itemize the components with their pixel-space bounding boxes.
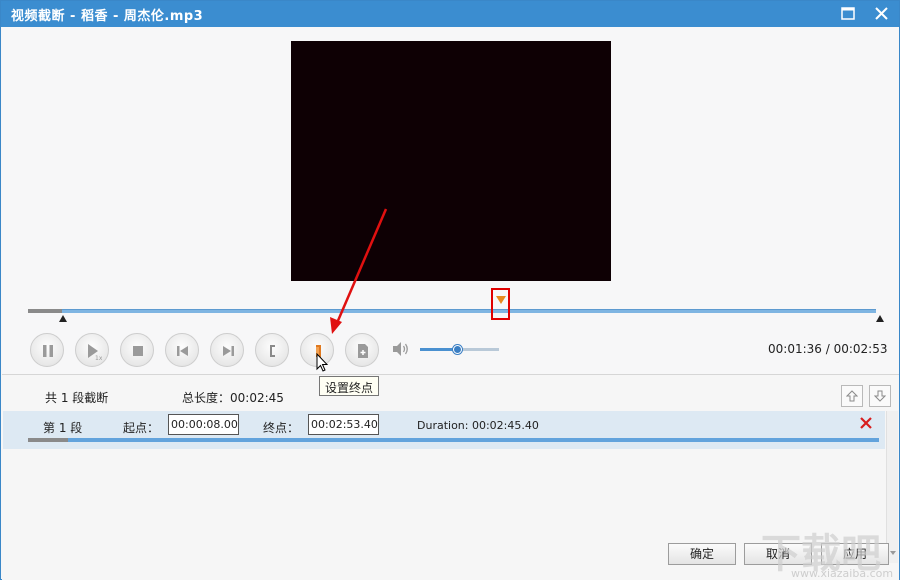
play-step-button[interactable]: 1x — [75, 333, 109, 367]
volume-slider[interactable] — [420, 345, 499, 354]
mouse-pointer-icon — [316, 353, 329, 372]
start-time-field[interactable]: 00:00:08.00 — [168, 414, 239, 435]
title-bar[interactable]: 视频截断 - 稻香 - 周杰伦.mp3 — [1, 1, 899, 27]
previous-button[interactable] — [165, 333, 199, 367]
pause-icon — [43, 345, 53, 357]
svg-text:1x: 1x — [95, 355, 102, 360]
ok-button[interactable]: 确定 — [668, 543, 736, 565]
player-area: 1x 00:01:36 / 00:02:53 — [2, 27, 899, 374]
maximize-button[interactable] — [837, 4, 859, 24]
play-icon: 1x — [88, 344, 102, 360]
tooltip: 设置终点 — [319, 376, 380, 396]
arrow-up-icon — [846, 390, 858, 402]
stop-button[interactable] — [120, 333, 154, 367]
total-length: 总长度：00:02:45 — [182, 391, 284, 405]
video-cut-window: 视频截断 - 稻香 - 周杰伦.mp3 1x 00:01:36 / 00:02:… — [0, 0, 900, 580]
watermark-url: www.xiazaiba.com — [791, 567, 894, 580]
segment-count: 共 1 段截断 — [45, 391, 109, 405]
add-segment-icon — [358, 344, 368, 358]
move-up-button[interactable] — [841, 385, 863, 407]
set-start-button[interactable] — [255, 333, 289, 367]
time-readout: 00:01:36 / 00:02:53 — [768, 342, 888, 356]
close-icon — [875, 7, 888, 20]
end-marker[interactable] — [876, 315, 884, 322]
set-start-icon — [270, 345, 275, 357]
delete-segment-icon[interactable] — [859, 416, 873, 430]
playhead-marker[interactable] — [496, 296, 506, 304]
watermark: 下载吧 www.xiazaiba.com — [761, 521, 900, 580]
next-button[interactable] — [210, 333, 244, 367]
start-point-label: 起点： — [123, 421, 160, 435]
segment-row[interactable]: 第 1 段 起点： 00:00:08.00 终点： 00:02:53.40 Du… — [3, 411, 885, 449]
skip-forward-icon — [223, 346, 234, 356]
skip-back-icon — [177, 346, 188, 356]
move-down-button[interactable] — [869, 385, 891, 407]
timeline-trimmed-start — [28, 309, 62, 313]
video-preview — [291, 41, 611, 281]
segment-duration: Duration: 00:02:45.40 — [417, 419, 539, 432]
window-title: 视频截断 - 稻香 - 周杰伦.mp3 — [11, 9, 204, 24]
maximize-icon — [841, 7, 855, 20]
add-segment-button[interactable] — [345, 333, 379, 367]
segment-range-bar — [28, 438, 879, 442]
end-point-label: 终点： — [263, 421, 300, 435]
pause-button[interactable] — [30, 333, 64, 367]
end-time-field[interactable]: 00:02:53.40 — [308, 414, 379, 435]
start-marker[interactable] — [59, 315, 67, 322]
close-button[interactable] — [871, 4, 893, 24]
playhead-highlight — [491, 288, 510, 320]
volume-knob[interactable] — [452, 345, 462, 354]
speaker-icon[interactable] — [391, 340, 411, 358]
timeline-track[interactable] — [28, 309, 876, 313]
arrow-down-icon — [874, 390, 886, 402]
stop-icon — [133, 346, 143, 356]
segment-label: 第 1 段 — [43, 421, 83, 435]
segment-range-start — [28, 438, 68, 442]
